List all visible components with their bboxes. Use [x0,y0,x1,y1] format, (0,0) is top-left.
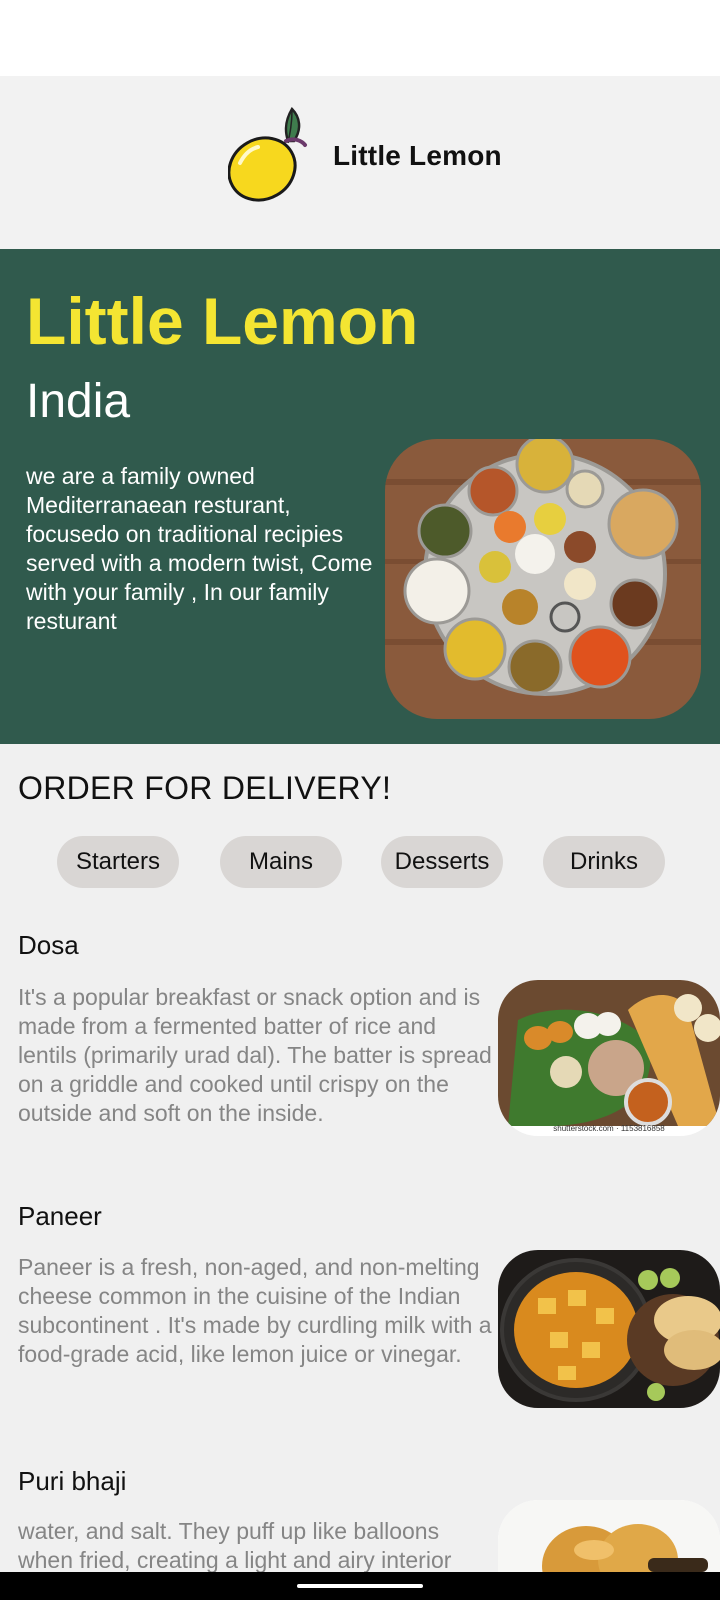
home-gesture-handle[interactable] [297,1584,423,1588]
indian-thali-image [385,439,701,719]
menu-item-name[interactable]: Puri bhaji [18,1466,126,1497]
hero-subtitle: India [26,375,131,428]
hero-description: we are a family owned Mediterranaean res… [26,463,373,634]
category-desserts-button[interactable]: Desserts [381,836,503,888]
image-caption: shutterstock.com · 1153816858 [553,1124,665,1133]
puri-bhaji-image[interactable] [498,1500,720,1572]
lemon-logo-icon [227,103,314,207]
menu-item-name[interactable]: Dosa [18,930,79,961]
dosa-image[interactable]: shutterstock.com · 1153816858 [498,980,720,1136]
category-starters-button[interactable]: Starters [57,836,179,888]
menu-item-description: It's a popular breakfast or snack option… [18,984,492,1126]
menu-item-description: Paneer is a fresh, non-aged, and non-mel… [18,1254,492,1367]
category-mains-button[interactable]: Mains [220,836,342,888]
category-drinks-button[interactable]: Drinks [543,836,665,888]
order-heading: ORDER FOR DELIVERY! [18,770,392,806]
menu-item-description: water, and salt. They puff up like ballo… [18,1518,452,1572]
menu-item-name[interactable]: Paneer [18,1201,102,1232]
status-bar [0,0,720,76]
app-title: Little Lemon [333,140,502,171]
hero-title: Little Lemon [26,284,419,358]
paneer-image[interactable] [498,1250,720,1408]
